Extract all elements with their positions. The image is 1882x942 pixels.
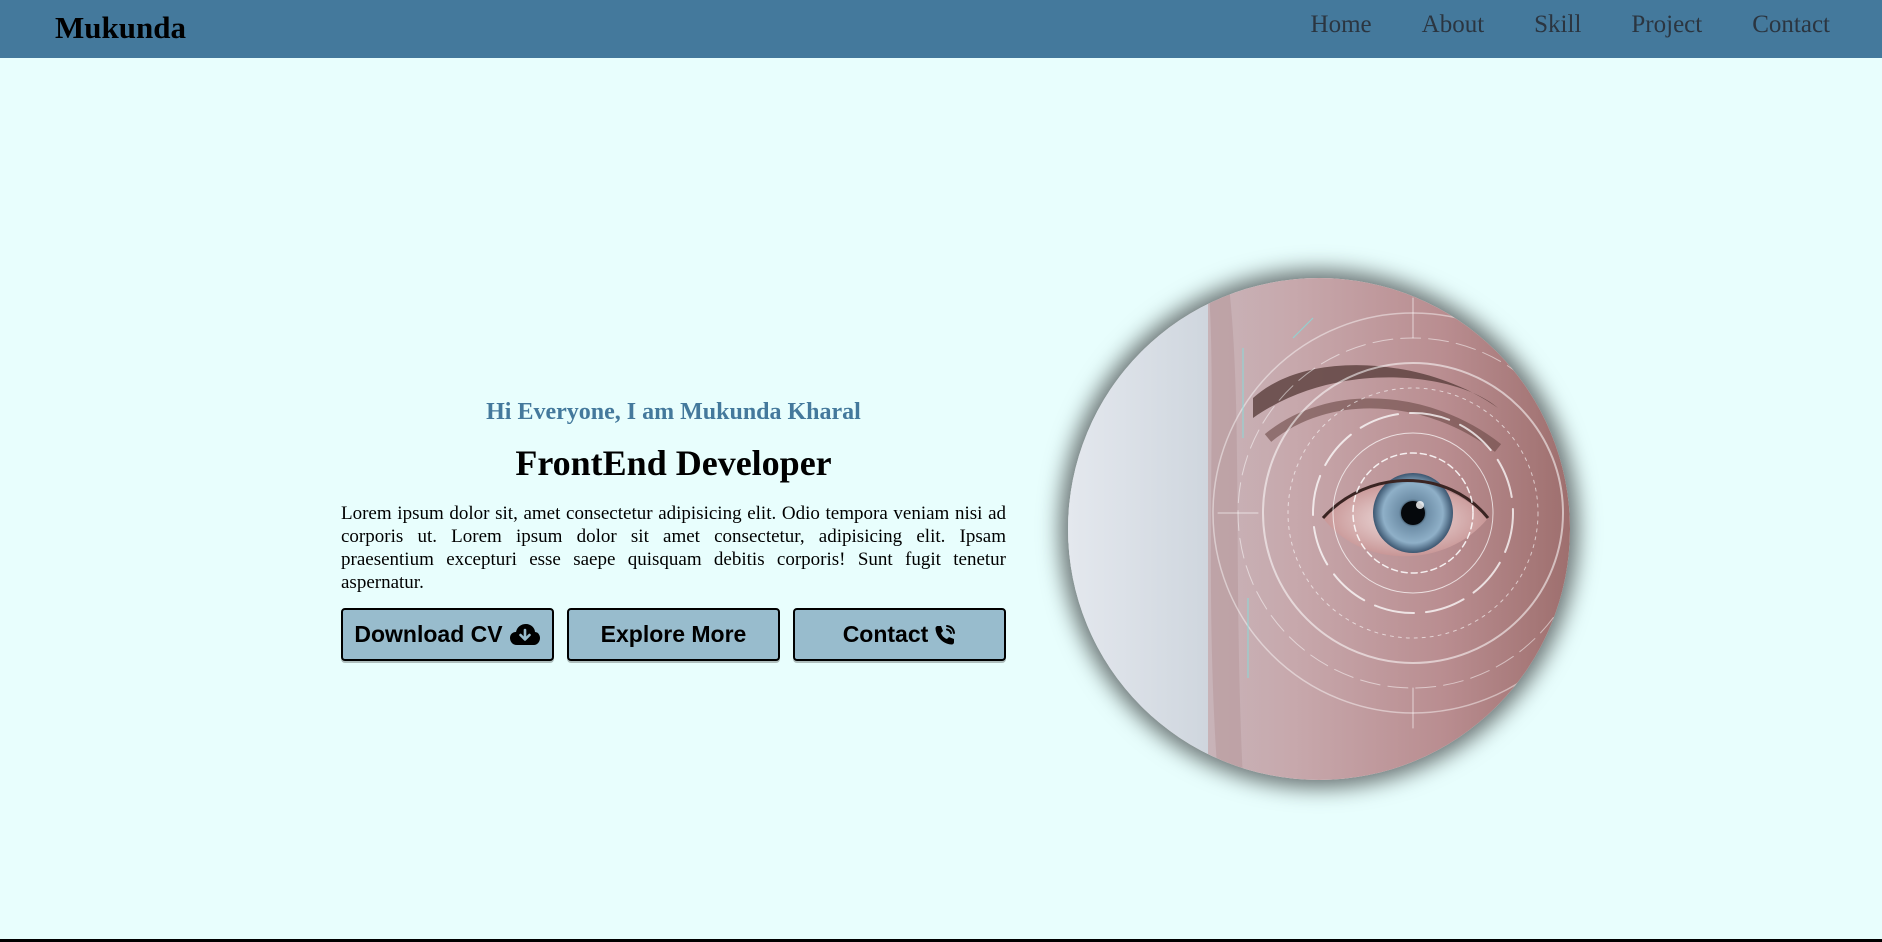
hero-greeting: Hi Everyone, I am Mukunda Kharal [486,399,861,425]
nav-project[interactable]: Project [1631,11,1702,39]
contact-label: Contact [842,621,929,647]
phone-call-icon [934,624,956,646]
nav-skill[interactable]: Skill [1534,11,1581,39]
navbar: Mukunda Home About Skill Project Contact [0,0,1882,58]
hero-role: FrontEnd Developer [515,443,832,483]
brand-logo[interactable]: Mukunda [55,10,186,46]
explore-more-button[interactable]: Explore More [567,608,780,661]
download-cv-label: Download CV [354,621,503,647]
explore-more-label: Explore More [600,621,747,647]
nav-links: Home About Skill Project Contact [1261,11,1830,39]
download-cv-button[interactable]: Download CV [341,608,554,661]
profile-image [1068,278,1570,780]
nav-about[interactable]: About [1422,11,1485,39]
hero-intro: Hi Everyone, I am Mukunda Kharal FrontEn… [341,390,1006,661]
nav-home[interactable]: Home [1311,11,1372,39]
eye-scan-photo [1068,278,1570,780]
cloud-download-icon [509,623,541,647]
hero-description: Lorem ipsum dolor sit, amet consectetur … [341,503,1006,593]
hero-buttons: Download CV Explore More Contact [341,608,1006,661]
contact-button[interactable]: Contact [793,608,1006,661]
nav-contact[interactable]: Contact [1752,11,1830,39]
